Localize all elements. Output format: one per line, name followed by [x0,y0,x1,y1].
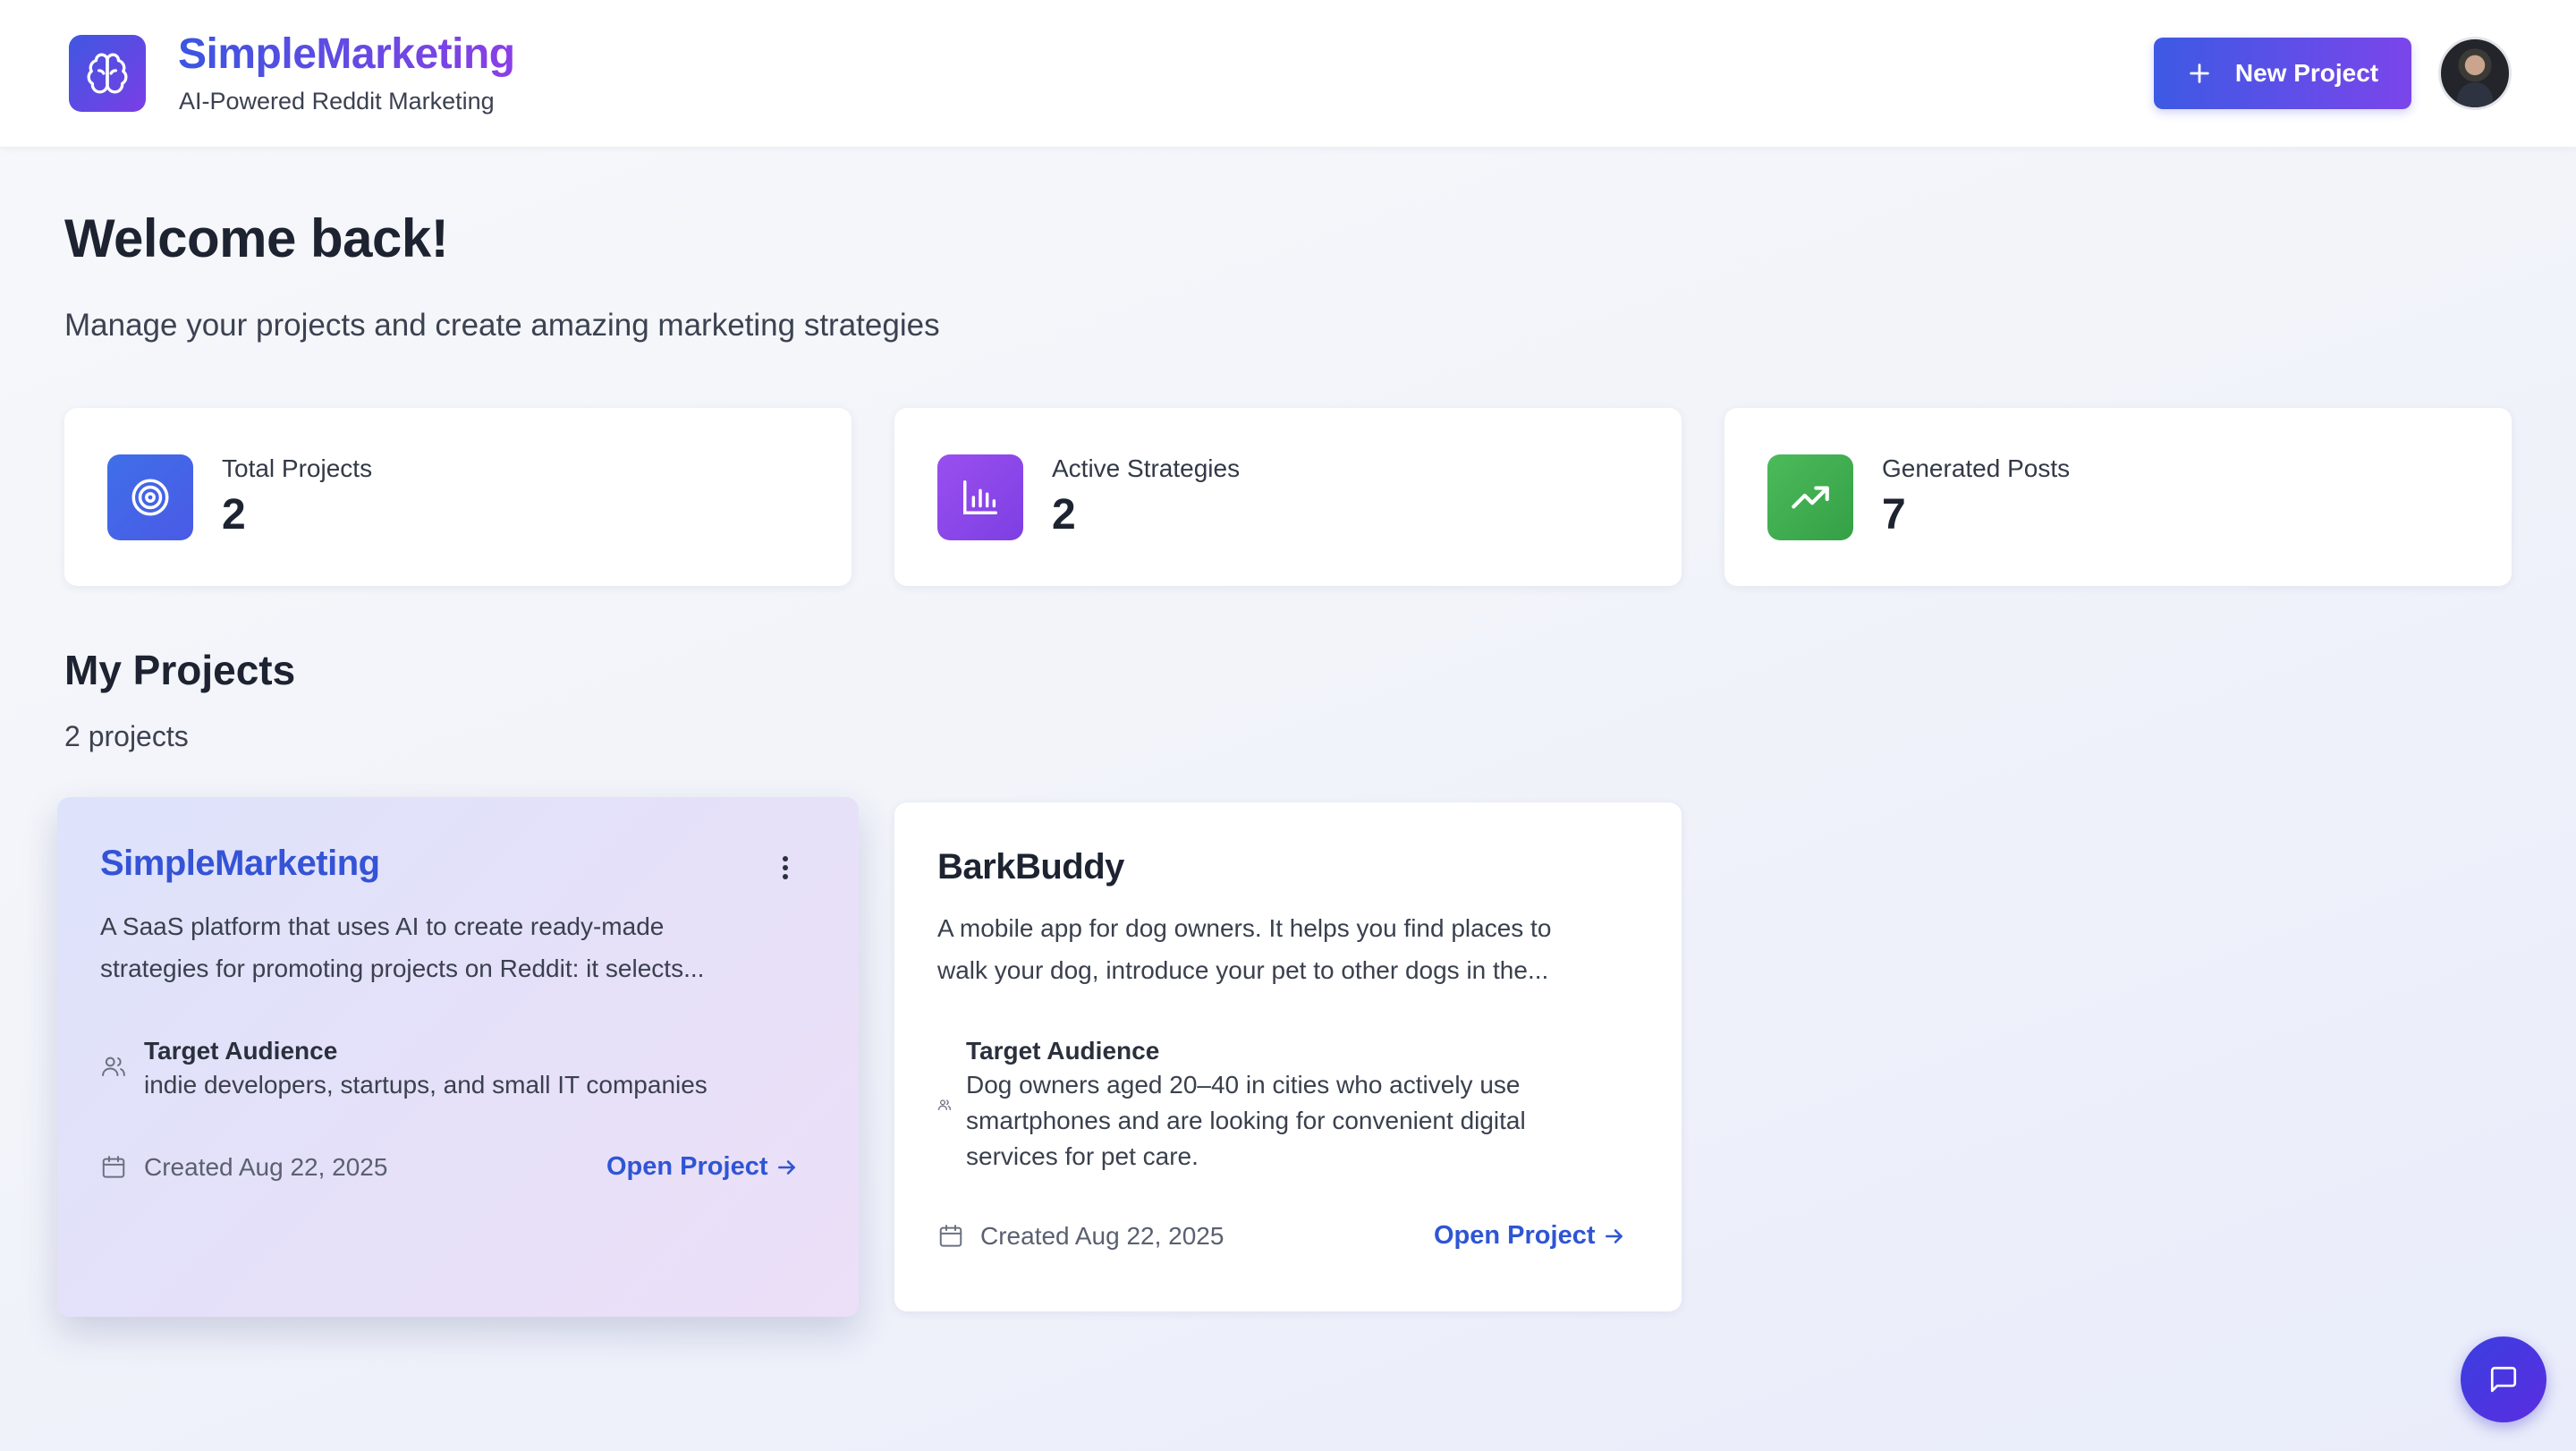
project-description: A SaaS platform that uses AI to create r… [100,905,834,989]
project-name[interactable]: SimpleMarketing [100,844,380,884]
page-subtitle: Manage your projects and create amazing … [64,308,940,343]
target-audience-label: Target Audience [966,1037,1160,1065]
user-avatar[interactable] [2438,37,2512,110]
new-project-label: New Project [2234,59,2379,87]
stat-value: 2 [222,491,246,539]
project-count: 2 projects [64,720,189,752]
trending-up-icon [1767,454,1853,540]
stat-label: Active Strategies [1052,454,1241,482]
arrow-right-icon [1605,1228,1623,1243]
bar-chart-icon [937,454,1023,540]
top-header: SimpleMarketing AI-Powered Reddit Market… [0,0,2576,148]
stat-value: 7 [1882,491,1906,539]
new-project-button[interactable]: New Project [2154,38,2411,109]
target-audience-value: indie developers, startups, and small IT… [144,1071,708,1099]
stat-label: Generated Posts [1882,454,2071,482]
open-project-link[interactable]: Open Project [1434,1221,1626,1251]
target-audience-line: services for pet care. [966,1142,1199,1170]
section-title: My Projects [64,647,296,693]
brand-title[interactable]: SimpleMarketing [178,30,515,79]
stat-value: 2 [1052,491,1076,539]
chat-button[interactable] [2461,1336,2546,1422]
brain-icon [87,53,128,94]
target-audience-line: Dog owners aged 20–40 in cities who acti… [966,1071,1521,1099]
description-line: A mobile app for dog owners. It helps yo… [937,914,1552,942]
plus-icon [2190,64,2209,83]
target-audience-line: smartphones and are looking for convenie… [966,1107,1526,1134]
users-icon [938,1099,951,1110]
message-square-icon [2490,1366,2517,1393]
open-project-label: Open Project [1434,1221,1596,1250]
users-icon [102,1056,125,1076]
target-audience-value: Dog owners aged 20–40 in cities who acti… [966,1067,1646,1175]
stat-card-total-projects: Total Projects 2 [64,408,852,586]
calendar-icon [102,1156,125,1178]
page-title: Welcome back! [64,208,449,268]
stat-card-active-strategies: Active Strategies 2 [894,408,1682,586]
description-line: A SaaS platform that uses AI to create r… [100,912,665,940]
stat-label: Total Projects [222,454,373,482]
calendar-icon [939,1225,962,1247]
project-card-simplemarketing[interactable]: SimpleMarketing A SaaS platform that use… [57,797,859,1317]
project-description: A mobile app for dog owners. It helps yo… [937,907,1671,991]
brand-subtitle: AI-Powered Reddit Marketing [179,88,495,115]
created-date: Created Aug 22, 2025 [144,1153,388,1181]
more-options-button[interactable] [767,845,803,890]
created-date: Created Aug 22, 2025 [980,1222,1224,1250]
project-name[interactable]: BarkBuddy [937,847,1124,887]
open-project-label: Open Project [606,1152,768,1181]
stat-card-generated-posts: Generated Posts 7 [1724,408,2512,586]
more-vertical-icon [783,856,788,879]
target-icon [107,454,193,540]
arrow-right-icon [777,1159,795,1175]
target-audience-label: Target Audience [144,1037,338,1065]
description-line: strategies for promoting projects on Red… [100,955,705,982]
brand-logo[interactable] [69,35,146,112]
description-line: walk your dog, introduce your pet to oth… [937,956,1549,984]
project-card-barkbuddy[interactable]: BarkBuddy A mobile app for dog owners. I… [894,802,1682,1311]
open-project-link[interactable]: Open Project [606,1152,799,1182]
